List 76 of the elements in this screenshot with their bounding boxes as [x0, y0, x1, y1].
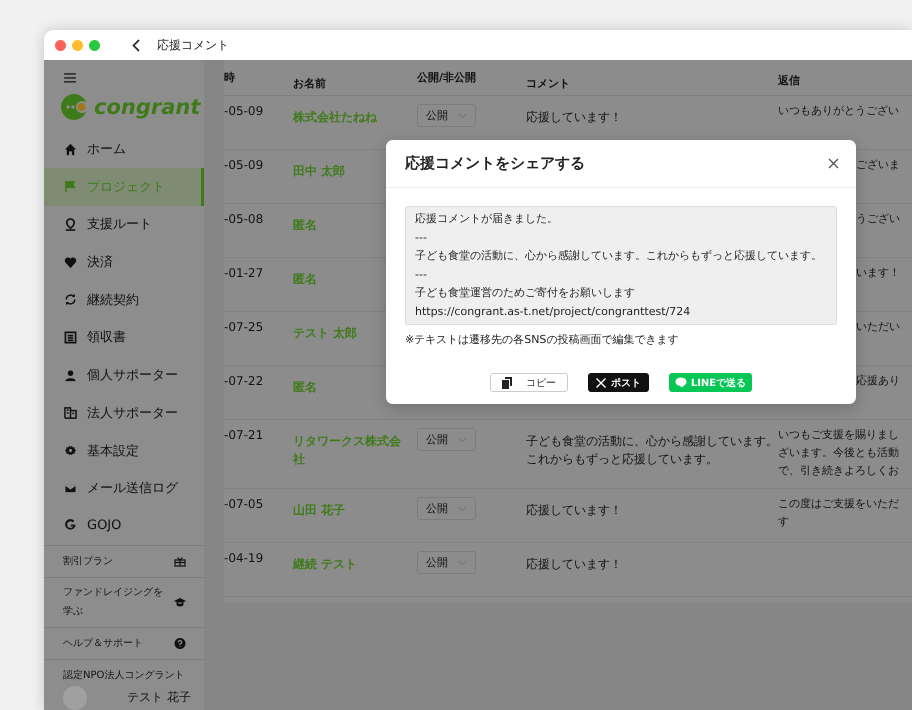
date-cell-text: -07-21 — [224, 427, 264, 444]
mail-icon — [64, 482, 77, 495]
reply-text-line: ざいます。今後とも活動 — [778, 445, 900, 461]
date-cell-text: -07-22 — [224, 373, 264, 390]
visibility-select[interactable]: 公開 — [417, 551, 476, 574]
reply-text-line: うござい — [856, 211, 901, 227]
close-icon[interactable] — [828, 158, 839, 169]
logo-icon — [60, 93, 90, 122]
chat-bubble-icon — [674, 377, 687, 388]
dialog-title: 応援コメントをシェアする — [405, 154, 585, 173]
column-header: 公開/非公開 — [416, 70, 478, 85]
sidebar-item[interactable]: 決済 — [44, 243, 204, 281]
zoom-window-dot[interactable] — [89, 40, 100, 50]
date-cell-text: -01-27 — [224, 265, 264, 282]
reply-text-line: 応援あり — [856, 373, 901, 389]
sidebar-item[interactable]: メール送信ログ — [44, 469, 204, 508]
user-name: テスト 花子 — [127, 689, 191, 706]
menu-icon[interactable] — [64, 73, 76, 83]
reply-text-line: ございま — [856, 157, 901, 173]
logo-text: congrant — [94, 95, 200, 120]
sidebar-item[interactable]: 領収書 — [44, 318, 204, 356]
date-cell-text: -07-05 — [224, 496, 264, 513]
receipt-icon — [64, 330, 77, 344]
visibility-select[interactable]: 公開 — [417, 497, 476, 520]
sidebar-item[interactable]: 個人サポーター — [44, 356, 204, 394]
reply-text-line: いつもご支援を賜りまし — [778, 427, 900, 443]
g-letter-icon — [64, 519, 77, 532]
flag-icon — [64, 180, 77, 194]
column-header: 時 — [224, 70, 236, 85]
person-icon — [64, 368, 77, 382]
pin-icon — [64, 218, 77, 231]
reply-text-line: す — [778, 514, 790, 530]
column-header: お名前 — [292, 76, 327, 91]
visibility-select[interactable]: 公開 — [417, 104, 476, 127]
heart-icon — [64, 256, 77, 269]
reply-text-line: で、引き続きよろしくお — [778, 463, 900, 479]
minimize-window-dot[interactable] — [72, 40, 83, 50]
sidebar-item[interactable]: 法人サポーター — [44, 394, 204, 432]
note-text: ※テキストは遷移先の各SNSの投稿画面で編集できます — [405, 332, 680, 347]
sidebar-item[interactable]: 継続契約 — [44, 280, 204, 319]
back-icon[interactable] — [132, 38, 140, 52]
refresh-icon — [64, 293, 77, 306]
message-field[interactable]: 応援コメントが届きました。 --- 子ども食堂の活動に、心から感謝しています。これからもずっと応援しています。 --- 子ども食堂運営のためご寄付をお願いします https://congrant.as-t.net/project/congranttest/724 — [405, 206, 837, 325]
comment-text: 応援しています！ — [526, 109, 623, 126]
date-cell-text: -04-19 — [224, 550, 264, 567]
comment-text: 応援しています！ — [526, 502, 623, 519]
building-icon — [64, 406, 77, 420]
x-logo-icon — [596, 378, 606, 388]
help-icon — [174, 638, 186, 649]
reply-text-line: いただい — [856, 319, 901, 335]
sidebar-item[interactable]: ホーム — [44, 130, 204, 168]
date-cell-text: -05-09 — [224, 157, 264, 174]
close-window-dot[interactable] — [55, 40, 66, 50]
x-button[interactable]: ポスト — [588, 373, 649, 392]
comment-text: 応援しています！ — [526, 556, 623, 573]
reply-text-line: います！ — [856, 265, 901, 281]
organization-name: 認定NPO法人コングラント — [63, 668, 186, 682]
copy-icon — [502, 376, 512, 388]
sidebar-item[interactable]: 基本設定 — [44, 432, 204, 470]
comment-text: 子ども食堂の活動に、心から感謝しています。これからもずっと応援しています。 — [526, 433, 778, 468]
sidebar-item[interactable]: 支援ルート — [44, 206, 204, 244]
reply-text-line: この度はご支援をいただ — [778, 496, 900, 512]
copy-button[interactable]: コピー — [490, 373, 568, 392]
date-cell-text: -05-09 — [224, 103, 264, 120]
date-cell-text: -07-25 — [224, 319, 264, 336]
visibility-select[interactable]: 公開 — [417, 428, 476, 451]
column-header: 返信 — [778, 73, 801, 88]
reply-text-line: いつもありがとうござい — [778, 103, 900, 119]
window-title: 応援コメント — [157, 36, 229, 54]
gear-icon — [64, 444, 77, 458]
home-icon — [64, 142, 77, 156]
date-cell-text: -05-08 — [224, 211, 264, 228]
column-header: コメント — [525, 76, 571, 91]
gift-icon — [174, 556, 186, 567]
graduation-cap-icon — [174, 596, 186, 608]
sidebar-item[interactable]: GOJO — [44, 507, 204, 545]
